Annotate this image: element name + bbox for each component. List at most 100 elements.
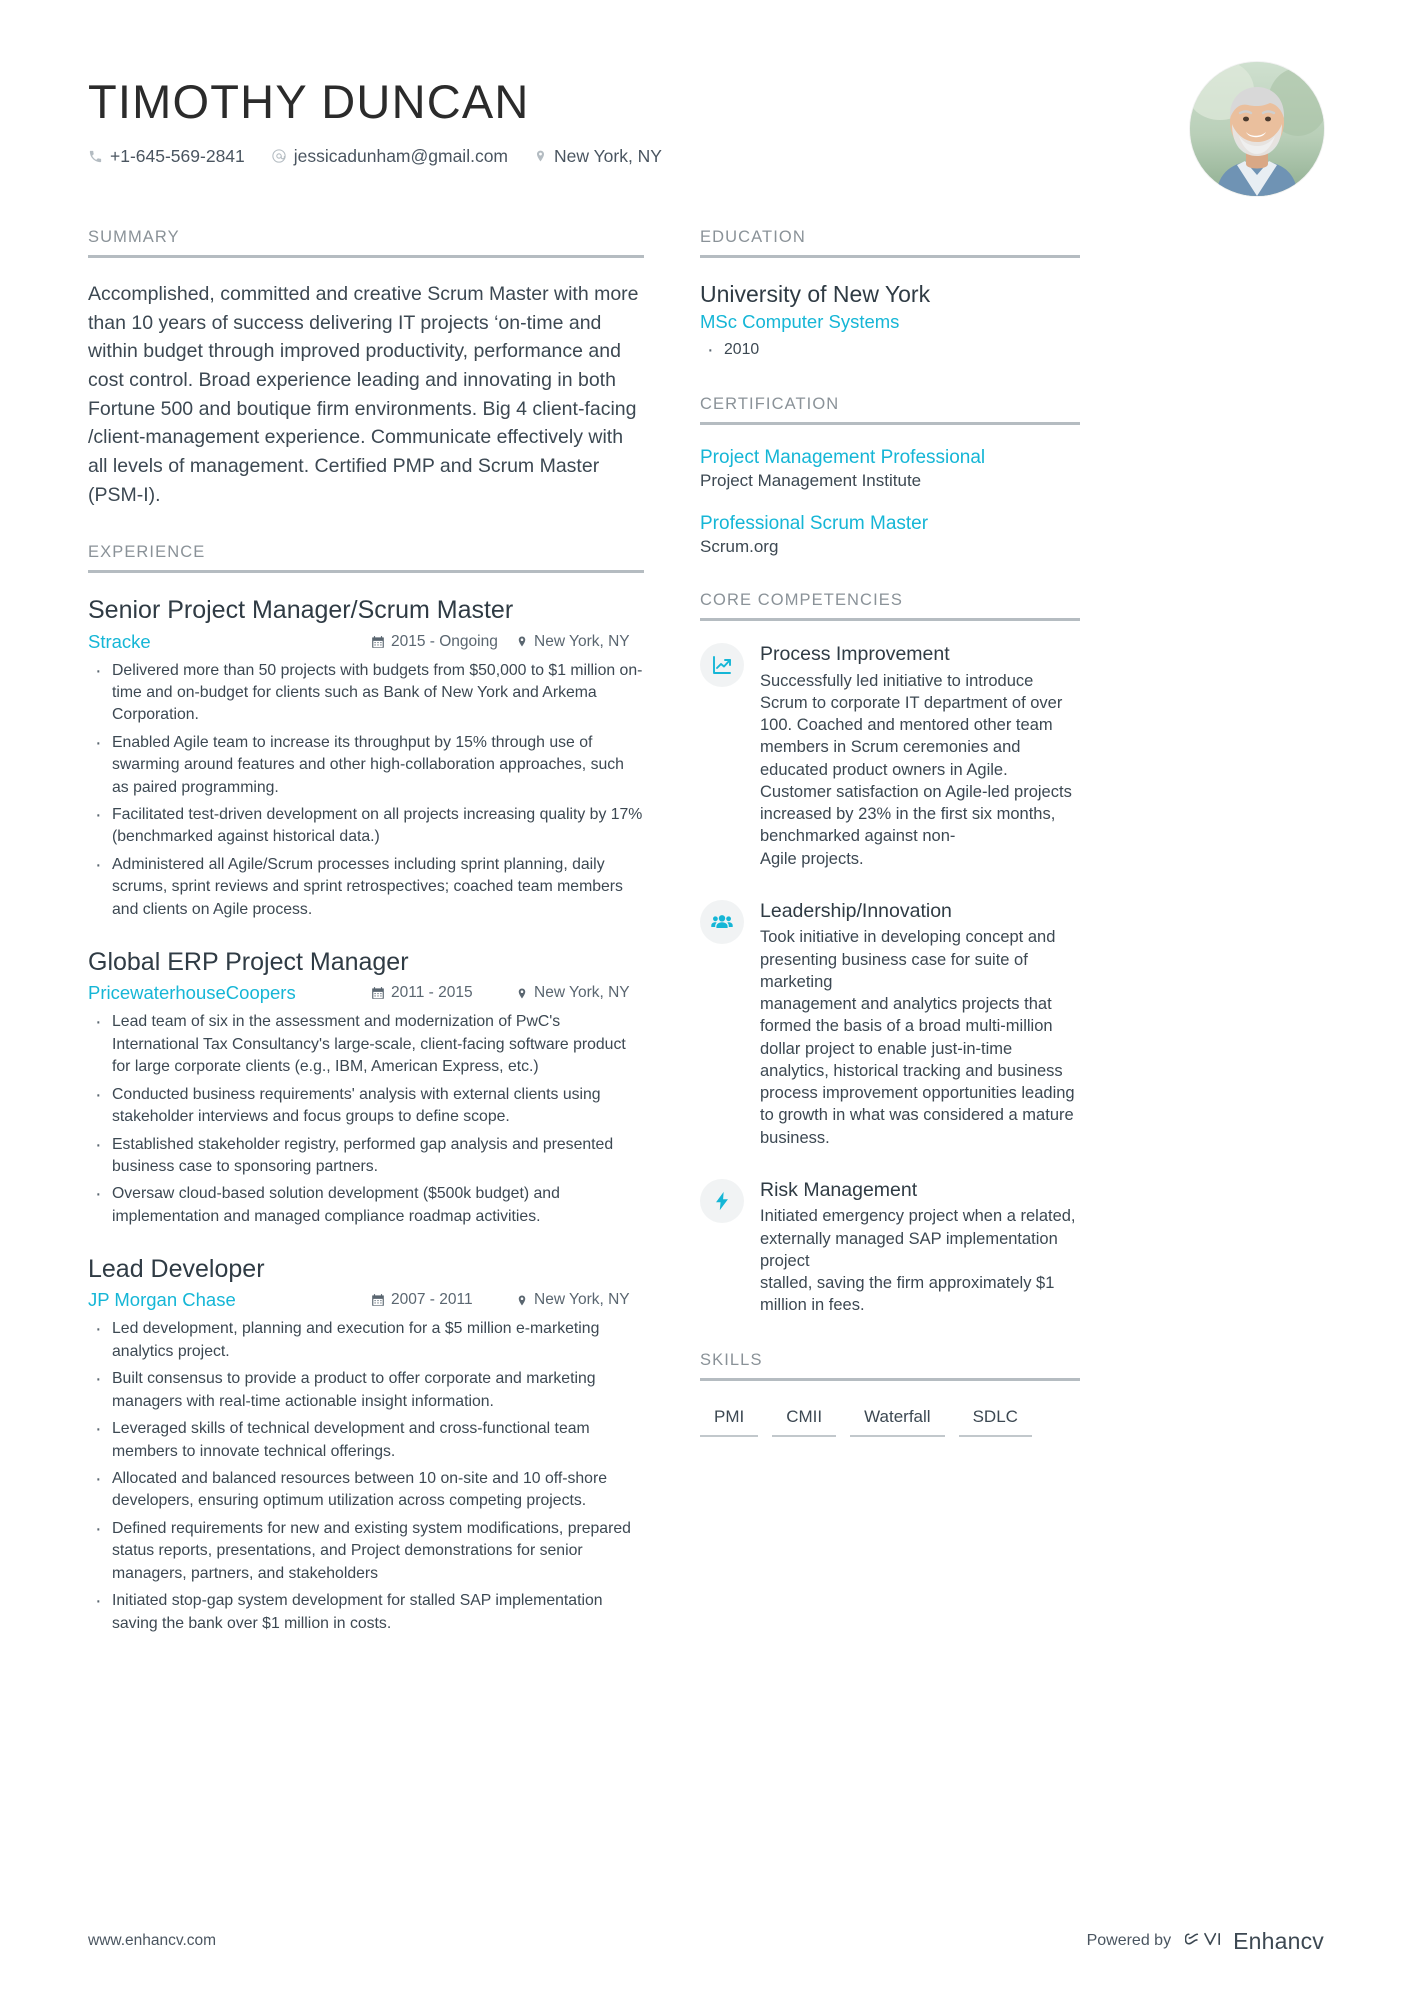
people-group-icon <box>700 899 744 944</box>
list-item: Enabled Agile team to increase its throu… <box>88 730 644 799</box>
education-school: University of New York <box>700 281 931 307</box>
powered-by-label: Powered by <box>1086 1932 1172 1949</box>
competency-body: Process Improvement Successfully led ini… <box>760 643 1080 870</box>
job-title: Senior Project Manager/Scrum Master <box>88 596 514 625</box>
list-item: Leveraged skills of technical developmen… <box>88 1416 644 1463</box>
section-skills: SKILLS PMI CMII Waterfall SDLC <box>700 1351 1080 1437</box>
footer-website[interactable]: www.enhancv.com <box>88 1932 216 1950</box>
resume-page: TIMOTHY DUNCAN +1-645-569-2841 jessicadu… <box>0 0 1410 1995</box>
email-icon <box>271 148 287 164</box>
education-degree[interactable]: MSc Computer Systems <box>700 311 1080 333</box>
competency-name: Risk Management <box>760 1179 918 1201</box>
job-date: 2015 - Ongoing <box>371 633 516 651</box>
lightning-bolt-icon <box>700 1179 744 1223</box>
job-bullets: Led development, planning and execution … <box>88 1316 644 1635</box>
header-identity: TIMOTHY DUNCAN +1-645-569-2841 jessicadu… <box>88 62 662 167</box>
certification-name[interactable]: Project Management Professional <box>700 447 1080 469</box>
list-item: Facilitated test-driven development on a… <box>88 802 644 849</box>
summary-text: Accomplished, committed and creative Scr… <box>88 283 639 506</box>
job-date-text: 2011 - 2015 <box>391 984 473 1002</box>
competency-name: Process Improvement <box>760 643 950 666</box>
section-experience: EXPERIENCE Senior Project Manager/Scrum … <box>88 543 644 1635</box>
contact-email-text: jessicadunham@gmail.com <box>293 145 509 166</box>
job-location-text: New York, NY <box>534 632 630 650</box>
certification-name[interactable]: Professional Scrum Master <box>700 513 1080 535</box>
contact-location-text: New York, NY <box>554 145 662 166</box>
section-certification: CERTIFICATION Project Management Profess… <box>700 395 1080 557</box>
job-location: New York, NY <box>516 633 644 651</box>
job-company[interactable]: PricewaterhouseCoopers <box>88 982 371 1004</box>
list-item: Established stakeholder registry, perfor… <box>88 1132 644 1179</box>
section-core-competencies: CORE COMPETENCIES Process Improvement Su… <box>700 591 1080 1317</box>
skill-tag[interactable]: CMII <box>772 1403 837 1437</box>
list-item: Led development, planning and execution … <box>88 1316 644 1363</box>
calendar-icon <box>371 1293 385 1307</box>
certification-org: Project Management Institute <box>700 471 922 491</box>
experience-entry: Lead Developer JP Morgan Chase 2007 - 20… <box>88 1254 644 1635</box>
avatar <box>1190 62 1324 196</box>
education-details: 2010 <box>700 337 1080 363</box>
list-item: Initiated stop-gap system development fo… <box>88 1588 644 1635</box>
certification-org: Scrum.org <box>700 537 779 557</box>
enhancv-brand-name: Enhancv <box>1233 1927 1324 1954</box>
job-title: Global ERP Project Manager <box>88 948 409 977</box>
job-bullets: Delivered more than 50 projects with bud… <box>88 657 644 922</box>
list-item: Administered all Agile/Scrum processes i… <box>88 852 644 921</box>
resume-body: SUMMARY Accomplished, committed and crea… <box>0 196 1410 1669</box>
job-meta: JP Morgan Chase 2007 - 2011 New York, NY <box>88 1289 644 1311</box>
list-item: 2010 <box>700 337 1080 363</box>
job-company[interactable]: JP Morgan Chase <box>88 1289 371 1311</box>
education-heading: EDUCATION <box>700 228 1080 258</box>
job-title: Lead Developer <box>88 1255 265 1284</box>
job-bullets: Lead team of six in the assessment and m… <box>88 1009 644 1228</box>
contact-phone-text: +1-645-569-2841 <box>110 145 245 166</box>
list-item: Defined requirements for new and existin… <box>88 1516 644 1585</box>
calendar-icon <box>371 635 385 649</box>
job-meta: Stracke 2015 - Ongoing New York, NY <box>88 631 644 653</box>
location-pin-icon <box>534 148 547 164</box>
job-date: 2011 - 2015 <box>371 984 516 1002</box>
experience-heading: EXPERIENCE <box>88 543 644 574</box>
job-location-text: New York, NY <box>534 984 630 1002</box>
competency-desc: Initiated emergency project when a relat… <box>760 1207 1076 1315</box>
skill-tag[interactable]: PMI <box>700 1403 759 1437</box>
skill-tag[interactable]: Waterfall <box>850 1403 945 1437</box>
skill-tag[interactable]: SDLC <box>958 1403 1032 1437</box>
contact-phone[interactable]: +1-645-569-2841 <box>88 146 245 167</box>
profile-photo <box>1190 62 1324 196</box>
location-pin-icon <box>516 986 528 1001</box>
summary-heading: SUMMARY <box>88 228 644 258</box>
contact-location[interactable]: New York, NY <box>534 146 662 167</box>
job-date: 2007 - 2011 <box>371 1291 516 1309</box>
job-location: New York, NY <box>516 1291 644 1309</box>
list-item: Conducted business requirements' analysi… <box>88 1082 644 1129</box>
right-column: EDUCATION University of New York MSc Com… <box>700 228 1080 1669</box>
competency-entry: Process Improvement Successfully led ini… <box>700 643 1080 870</box>
competencies-heading: CORE COMPETENCIES <box>700 591 1080 622</box>
skills-heading: SKILLS <box>700 1351 1080 1381</box>
competency-entry: Risk Management Initiated emergency proj… <box>700 1179 1080 1317</box>
job-meta: PricewaterhouseCoopers 2011 - 2015 New Y… <box>88 982 644 1004</box>
competency-body: Leadership/Innovation Took initiative in… <box>760 900 1080 1149</box>
contact-email[interactable]: jessicadunham@gmail.com <box>271 146 508 167</box>
list-item: Lead team of six in the assessment and m… <box>88 1009 644 1078</box>
job-company[interactable]: Stracke <box>88 631 371 653</box>
competency-desc: Successfully led initiative to introduce… <box>760 671 1072 868</box>
resume-header: TIMOTHY DUNCAN +1-645-569-2841 jessicadu… <box>0 0 1410 196</box>
experience-entry: Global ERP Project Manager Pricewaterhou… <box>88 947 644 1228</box>
resume-footer: www.enhancv.com Powered by Enhancv <box>0 1887 1410 1995</box>
job-date-text: 2015 - Ongoing <box>391 632 498 650</box>
list-item: Built consensus to provide a product to … <box>88 1366 644 1413</box>
list-item: Oversaw cloud-based solution development… <box>88 1181 644 1228</box>
calendar-icon <box>371 986 385 1000</box>
competency-name: Leadership/Innovation <box>760 899 952 922</box>
enhancv-logo-icon <box>1184 1927 1223 1956</box>
list-item: Allocated and balanced resources between… <box>88 1466 644 1513</box>
line-chart-icon <box>700 643 744 688</box>
section-summary: SUMMARY Accomplished, committed and crea… <box>88 228 644 509</box>
section-education: EDUCATION University of New York MSc Com… <box>700 228 1080 363</box>
location-pin-icon <box>516 1293 528 1308</box>
enhancv-brand[interactable]: Enhancv <box>1184 1927 1324 1956</box>
competency-entry: Leadership/Innovation Took initiative in… <box>700 899 1080 1149</box>
job-location: New York, NY <box>516 984 644 1002</box>
